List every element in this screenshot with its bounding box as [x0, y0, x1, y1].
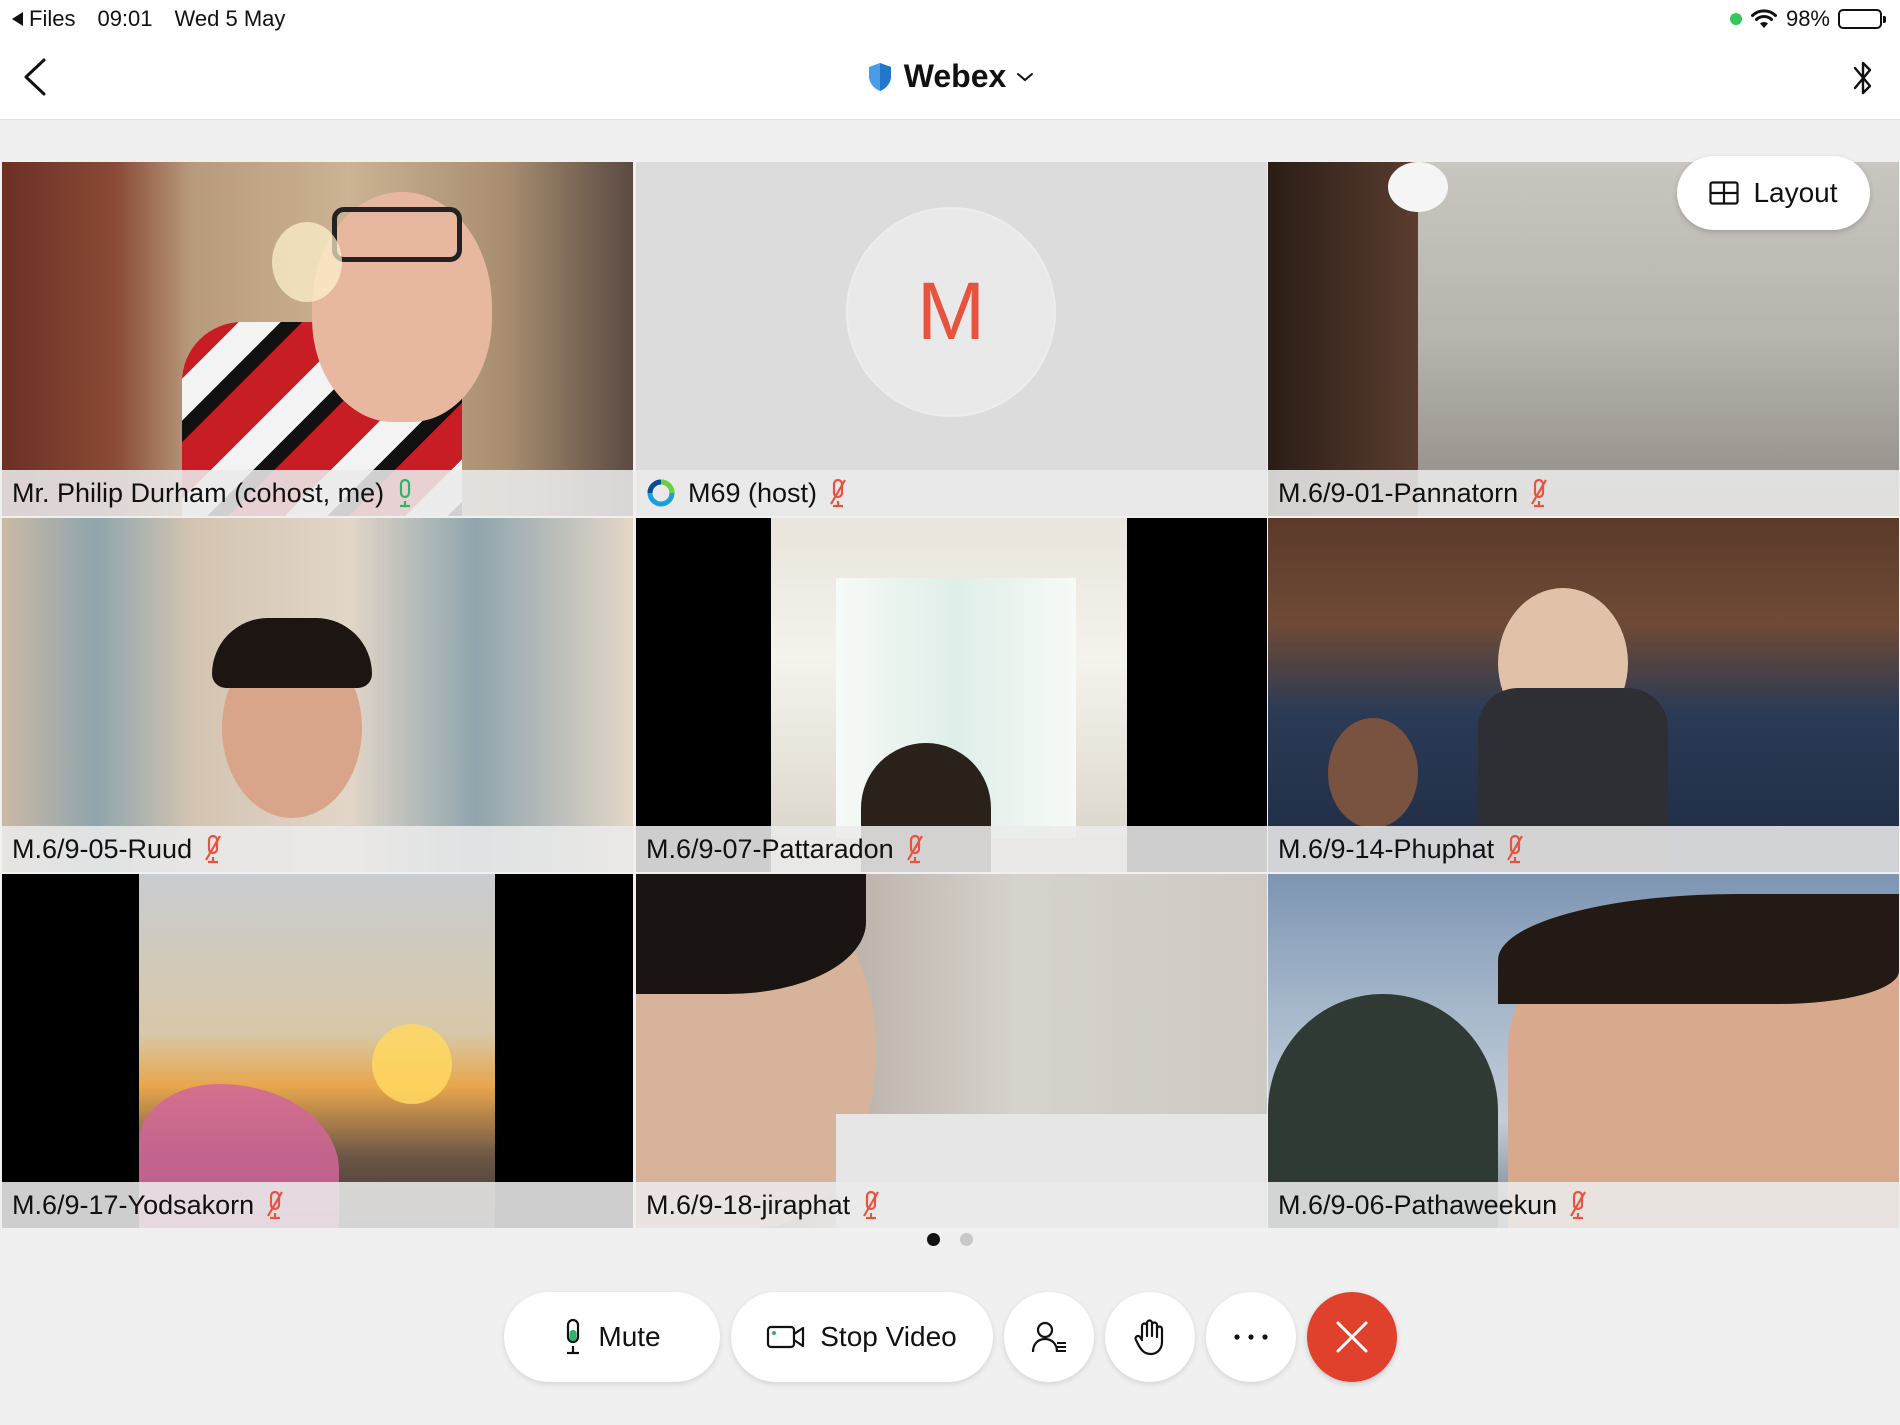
more-options-button[interactable] [1205, 1292, 1296, 1382]
participant-tile[interactable]: M M69 (host) [636, 162, 1267, 516]
participant-video [2, 518, 633, 872]
meeting-header: Webex [0, 38, 1900, 120]
stop-video-button-label: Stop Video [820, 1321, 957, 1352]
participant-tile[interactable]: M.6/9-05-Ruud [2, 518, 633, 872]
participant-video [636, 874, 1267, 1228]
bluetooth-icon[interactable] [1850, 56, 1876, 100]
mic-muted-icon [267, 1190, 284, 1220]
host-ring-icon [647, 479, 675, 507]
battery-percent: 98% [1785, 6, 1830, 31]
meeting-title-dropdown[interactable]: Webex [0, 58, 1900, 95]
back-triangle-icon [12, 12, 23, 26]
participant-label: M.6/9-17-Yodsakorn [2, 1182, 633, 1228]
participant-name: M.6/9-18-jiraphat [646, 1189, 851, 1220]
participant-video [2, 162, 633, 516]
participant-tile[interactable]: M.6/9-06-Pathaweekun [1268, 874, 1899, 1228]
avatar-letter: M [916, 266, 986, 357]
participant-name: Mr. Philip Durham (cohost, me) [12, 477, 385, 508]
leave-meeting-button[interactable] [1306, 1292, 1397, 1382]
raise-hand-icon [1133, 1319, 1163, 1356]
mic-on-icon [400, 478, 411, 508]
participant-label: Mr. Philip Durham (cohost, me) [2, 470, 633, 516]
participant-video [1268, 874, 1899, 1228]
participant-name: M.6/9-17-Yodsakorn [12, 1189, 255, 1220]
status-time: 09:01 [97, 6, 153, 31]
participant-grid: Mr. Philip Durham (cohost, me) M M69 (ho… [0, 162, 1900, 1228]
mic-muted-icon [1531, 478, 1548, 508]
mute-button[interactable]: Mute [503, 1292, 720, 1382]
leave-icon [1336, 1321, 1367, 1353]
participant-tile[interactable]: Mr. Philip Durham (cohost, me) [2, 162, 633, 516]
participant-label: M.6/9-07-Pattaradon [636, 826, 1267, 872]
meeting-controls: Mute Stop Video [0, 1292, 1900, 1382]
microphone-icon [567, 1318, 580, 1355]
camera-in-use-indicator [1729, 13, 1742, 25]
page-indicator[interactable] [0, 1233, 1900, 1246]
mute-button-label: Mute [598, 1321, 661, 1352]
participant-avatar: M [846, 207, 1056, 417]
participant-label: M.6/9-18-jiraphat [636, 1182, 1267, 1228]
layout-button[interactable]: Layout [1677, 156, 1870, 230]
mic-muted-icon [906, 834, 923, 864]
status-date: Wed 5 May [174, 6, 286, 31]
participant-video [2, 874, 633, 1228]
participant-tile[interactable]: M.6/9-14-Phuphat [1268, 518, 1899, 872]
battery-icon [1838, 9, 1886, 29]
participant-label: M.6/9-01-Pannatorn [1268, 470, 1899, 516]
page-dot-2[interactable] [960, 1233, 973, 1246]
layout-button-label: Layout [1753, 177, 1838, 208]
meeting-title: Webex [903, 58, 1007, 94]
participants-button[interactable] [1003, 1292, 1094, 1382]
mic-muted-icon [205, 834, 222, 864]
participant-name: M.6/9-14-Phuphat [1278, 833, 1495, 864]
secure-shield-icon [868, 62, 891, 91]
video-camera-icon [767, 1325, 805, 1349]
participant-label: M69 (host) [636, 470, 1267, 516]
participant-name: M.6/9-05-Ruud [12, 833, 193, 864]
participant-name: M.6/9-06-Pathaweekun [1278, 1189, 1558, 1220]
participant-label: M.6/9-05-Ruud [2, 826, 633, 872]
wifi-icon [1750, 9, 1777, 28]
more-icon [1233, 1334, 1268, 1340]
participant-tile[interactable]: M.6/9-18-jiraphat [636, 874, 1267, 1228]
back-to-app-link[interactable]: Files [12, 6, 75, 32]
status-bar: Files 09:01 Wed 5 May 98% [0, 0, 1900, 38]
participants-icon [1031, 1321, 1066, 1353]
participant-label: M.6/9-14-Phuphat [1268, 826, 1899, 872]
participant-tile[interactable]: M.6/9-17-Yodsakorn [2, 874, 633, 1228]
participant-video [1268, 518, 1899, 872]
mic-muted-icon [1507, 834, 1524, 864]
chevron-down-icon [1017, 72, 1034, 81]
stop-video-button[interactable]: Stop Video [730, 1292, 993, 1382]
participant-video [636, 518, 1267, 872]
layout-grid-icon [1709, 181, 1740, 205]
mic-muted-icon [1570, 1190, 1587, 1220]
participant-name: M.6/9-01-Pannatorn [1278, 477, 1519, 508]
back-app-label: Files [29, 6, 76, 31]
participant-tile[interactable]: M.6/9-07-Pattaradon [636, 518, 1267, 872]
mic-muted-icon [863, 1190, 880, 1220]
participant-name: M69 (host) [688, 477, 818, 508]
mic-muted-icon [830, 478, 846, 508]
participant-label: M.6/9-06-Pathaweekun [1268, 1182, 1899, 1228]
participant-name: M.6/9-07-Pattaradon [646, 833, 894, 864]
page-dot-1[interactable] [927, 1233, 940, 1246]
raise-hand-button[interactable] [1104, 1292, 1195, 1382]
participant-avatar-background: M [636, 162, 1267, 516]
